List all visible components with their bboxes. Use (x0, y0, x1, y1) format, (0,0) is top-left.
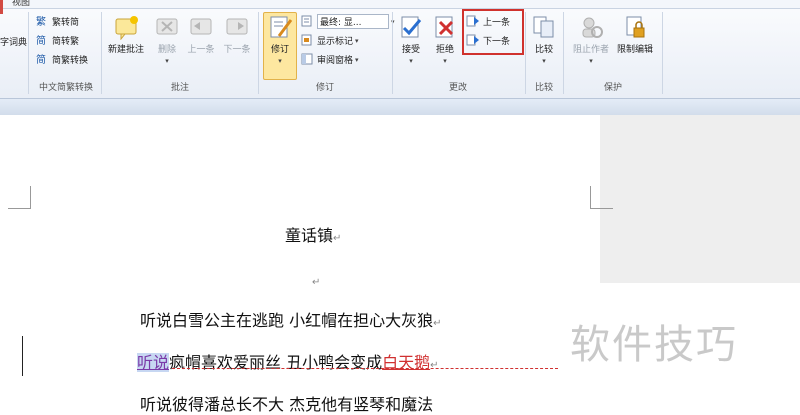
prev-comment-button[interactable]: 上一条 (184, 14, 218, 55)
document-title[interactable]: 童话镇↵ (285, 222, 341, 246)
new-comment-button[interactable]: 新建批注 (104, 14, 148, 55)
display-review-icon (301, 15, 312, 27)
chevron-down-icon: ▾ (542, 57, 546, 65)
group-label-tracking: 修订 (315, 83, 334, 93)
tab-view[interactable]: 视图 (12, 0, 30, 8)
delete-comment-label: 删除 (157, 45, 176, 55)
paragraph-line-2[interactable]: 听说疯帽喜欢爱丽丝 丑小鸭会变成白天鹅↵ (137, 349, 439, 373)
chevron-down-icon: ▾ (409, 57, 413, 65)
separator (28, 12, 29, 94)
change-bar (22, 336, 23, 376)
watermark: 软件技巧 (570, 322, 738, 368)
accept-icon (401, 16, 422, 38)
to-simplified-label: 繁转简 (52, 17, 80, 28)
review-pane-button[interactable]: 审阅窗格 ▾ (301, 52, 359, 66)
paragraph-line-1[interactable]: 听说白雪公主在逃跑 小红帽在担心大灰狼↵ (140, 307, 441, 331)
to-simplified-button[interactable]: 繁 繁转简 (36, 14, 79, 28)
reject-button[interactable]: 拒绝 ▾ (430, 14, 460, 65)
chevron-down-icon: ▾ (443, 57, 447, 65)
display-review-select[interactable]: 最终: 显... (317, 13, 389, 29)
active-tab-marker (0, 0, 3, 14)
svg-text:繁: 繁 (36, 15, 46, 27)
tab-strip: 视图 (0, 0, 800, 14)
to-traditional-icon: 简 (36, 34, 46, 46)
paragraph-line-3[interactable]: 听说彼得潘总长不大 杰克他有竖琴和魔法 (140, 391, 433, 415)
svg-text:简: 简 (36, 53, 46, 65)
conversion-icon: 简 (36, 53, 46, 65)
track-changes-icon (270, 16, 293, 38)
lock-icon (626, 16, 645, 38)
paragraph-mark: ↵ (312, 277, 321, 288)
reject-label: 拒绝 (435, 45, 454, 55)
margin-corner-right (590, 186, 613, 209)
next-comment-label: 下一条 (223, 45, 251, 55)
to-simplified-icon: 繁 (36, 15, 46, 27)
show-markup-icon (301, 34, 312, 46)
chevron-down-icon: ▾ (355, 56, 359, 64)
block-authors-label: 阻止作者 (572, 45, 609, 55)
block-authors-icon (582, 17, 603, 38)
block-authors-button[interactable]: 阻止作者 ▾ (568, 14, 614, 65)
line-3-text: 听说彼得潘总长不大 杰克他有竖琴和魔法 (140, 395, 434, 414)
inserted-revision[interactable]: 白天鹅 (382, 353, 430, 372)
compare-button[interactable]: 比较 ▾ (529, 14, 559, 65)
chevron-down-icon: ▾ (589, 57, 593, 65)
restrict-editing-label: 限制编辑 (616, 45, 653, 55)
chevron-down-icon: ▾ (355, 37, 359, 45)
chevron-down-icon: ▾ (165, 57, 169, 65)
paragraph-mark: ↵ (433, 318, 442, 329)
conversion-label: 简繁转换 (52, 55, 89, 66)
margin-corner-left (8, 186, 31, 209)
prev-comment-icon (190, 18, 212, 35)
new-comment-icon (115, 16, 138, 40)
accept-label: 接受 (401, 45, 420, 55)
empty-paragraph[interactable]: ↵ (312, 270, 320, 289)
group-label-comments: 批注 (170, 83, 189, 93)
delete-comment-button[interactable]: 删除 ▾ (152, 14, 182, 65)
show-markup-label: 显示标记 (317, 36, 354, 47)
conversion-button[interactable]: 简 简繁转换 (36, 52, 88, 66)
restrict-editing-button[interactable]: 限制编辑 (612, 14, 658, 55)
next-comment-icon (226, 18, 248, 35)
highlight-box (462, 9, 524, 55)
paragraph-mark: ↵ (430, 360, 439, 371)
chevron-down-icon: ▾ (278, 57, 282, 65)
track-changes-inner: 修订 ▾ (263, 14, 297, 65)
compare-label: 比较 (534, 45, 553, 55)
line-1-text: 听说白雪公主在逃跑 小红帽在担心大灰狼 (140, 311, 434, 330)
selected-text[interactable]: 听说 (137, 353, 170, 372)
line-2-text: 疯帽喜欢爱丽丝 丑小鸭会变成 (169, 353, 383, 372)
ribbon: 视图 字词典 繁 繁转简 简 简转繁 简 简繁转换 中文简繁转换 新建批注 删除… (0, 0, 800, 98)
dictionary-button[interactable]: 字词典 (0, 34, 27, 48)
svg-text:简: 简 (36, 34, 46, 46)
separator (662, 12, 663, 94)
document-title-text: 童话镇 (285, 226, 334, 245)
to-traditional-label: 简转繁 (52, 36, 80, 47)
group-label-chinese-conv: 中文简繁转换 (38, 83, 93, 93)
review-pane-icon (301, 53, 313, 65)
display-for-review[interactable]: 最终: 显... ▾ (301, 13, 395, 29)
show-markup-button[interactable]: 显示标记 ▾ (301, 33, 359, 47)
document-side-margin (600, 115, 800, 283)
track-changes-label: 修订 (270, 45, 289, 55)
next-comment-button[interactable]: 下一条 (220, 14, 254, 55)
group-label-changes: 更改 (448, 83, 467, 93)
new-comment-label: 新建批注 (107, 45, 144, 55)
review-pane-label: 审阅窗格 (317, 55, 354, 66)
compare-icon (533, 16, 554, 38)
prev-comment-label: 上一条 (187, 45, 215, 55)
group-label-protect: 保护 (603, 83, 622, 93)
to-traditional-button[interactable]: 简 简转繁 (36, 33, 79, 47)
paragraph-mark: ↵ (333, 233, 342, 244)
ruler-bar (0, 98, 800, 116)
accept-button[interactable]: 接受 ▾ (396, 14, 426, 65)
reject-icon (435, 16, 454, 38)
separator (258, 12, 259, 94)
dictionary-label: 字词典 (0, 37, 28, 48)
group-label-compare: 比较 (534, 83, 553, 93)
delete-comment-icon (156, 18, 178, 35)
revision-underline (172, 368, 558, 369)
separator (392, 12, 393, 94)
